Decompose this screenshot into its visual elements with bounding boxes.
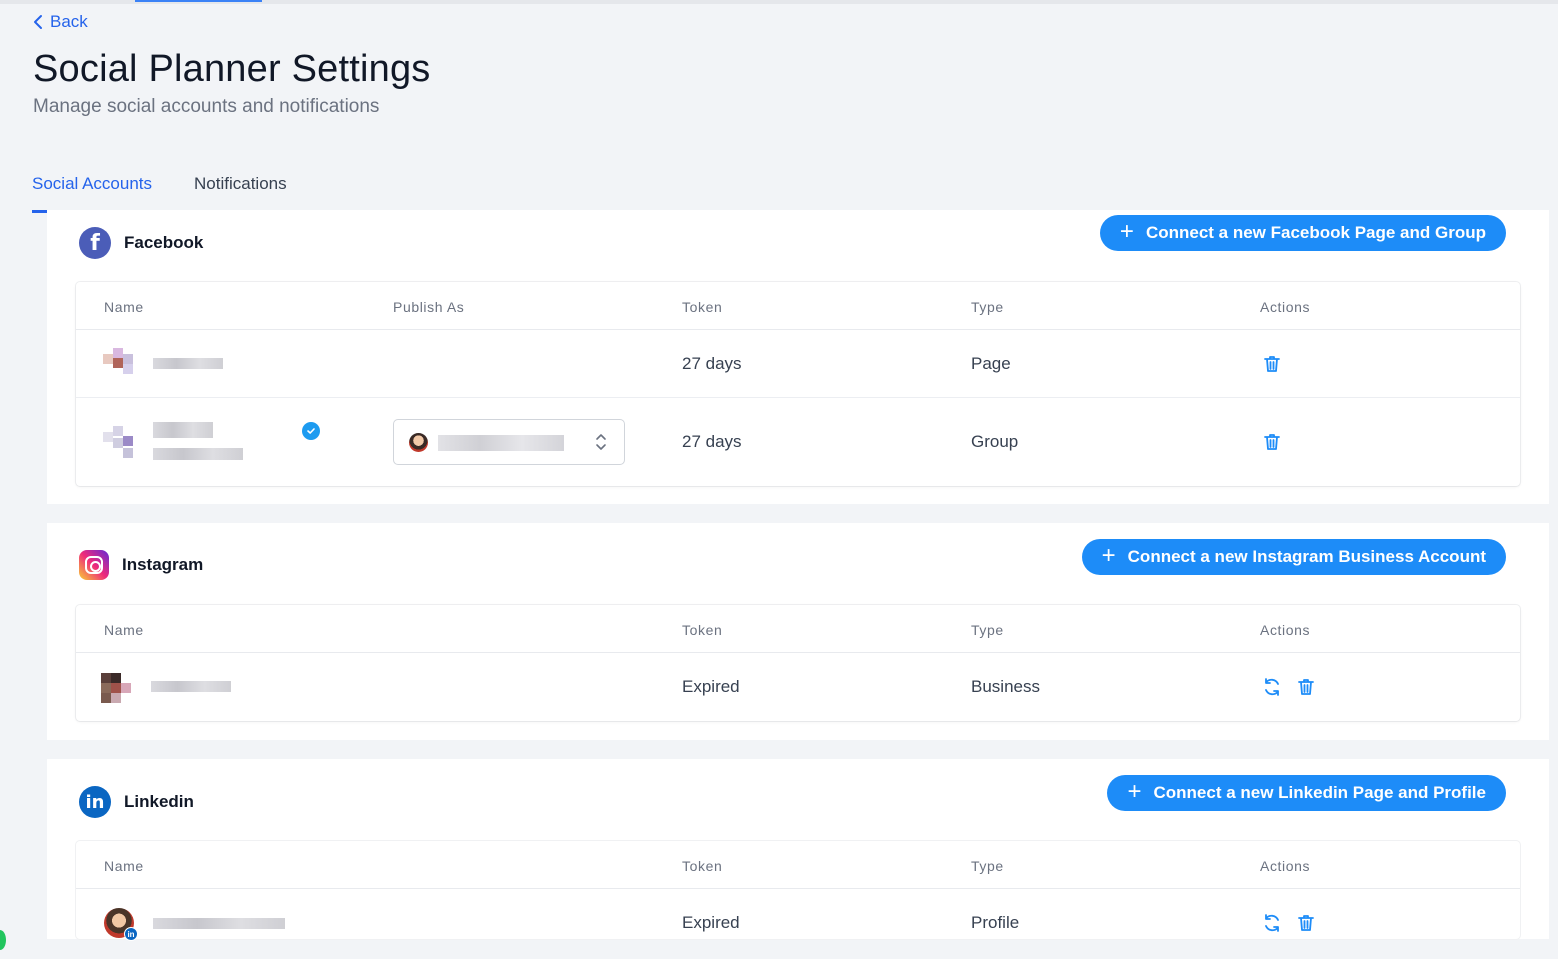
top-accent-bar [135,0,262,2]
status-dot[interactable] [0,930,6,950]
type-value: Business [971,677,1040,696]
table-header: Name Token Type Actions [76,605,1520,653]
linkedin-header: in Linkedin [79,786,194,818]
plus-icon: + [1101,542,1116,569]
trash-icon[interactable] [1261,353,1283,375]
avatar [103,426,143,458]
publish-as-avatar [409,433,428,452]
verified-icon [302,422,320,440]
plus-icon: + [1127,778,1142,805]
col-name: Name [104,622,144,638]
account-name-redacted [153,918,285,929]
table-row: in Expired Profile [76,889,1520,941]
chevron-up-down-icon [596,434,606,450]
trash-icon[interactable] [1295,912,1317,934]
facebook-card: f Facebook + Connect a new Facebook Page… [47,210,1549,504]
token-value: Expired [682,677,740,696]
chevron-left-icon [34,15,42,29]
instagram-title: Instagram [122,555,204,574]
facebook-header: f Facebook [79,227,203,259]
back-link[interactable]: Back [32,12,88,32]
trash-icon[interactable] [1261,431,1283,453]
instagram-header: Instagram [79,550,203,580]
connect-instagram-label: Connect a new Instagram Business Account [1127,547,1486,566]
instagram-icon [79,550,109,580]
linkedin-card: in Linkedin + Connect a new Linkedin Pag… [47,759,1549,941]
account-name-redacted [153,358,223,369]
connect-facebook-button[interactable]: + Connect a new Facebook Page and Group [1099,215,1506,251]
publish-as-name-redacted [438,435,564,451]
trash-icon[interactable] [1295,676,1317,698]
refresh-icon[interactable] [1261,676,1283,698]
instagram-card: Instagram + Connect a new Instagram Busi… [47,523,1549,740]
connect-facebook-label: Connect a new Facebook Page and Group [1145,223,1486,242]
facebook-title: Facebook [124,233,204,252]
facebook-table: Name Publish As Token Type Actions 27 da… [76,282,1520,486]
token-value: 27 days [682,354,742,373]
col-actions: Actions [1260,622,1311,638]
col-actions: Actions [1260,299,1311,315]
col-publish-as: Publish As [393,299,465,315]
account-sub-redacted [153,448,243,460]
avatar [101,673,141,705]
type-value: Page [971,354,1011,373]
linkedin-badge-icon: in [124,927,138,941]
table-header: Name Publish As Token Type Actions [76,282,1520,330]
linkedin-table: Name Token Type Actions in Expired Profi… [76,841,1520,941]
table-row: 27 days Page [76,330,1520,398]
col-name: Name [104,858,144,874]
col-type: Type [971,299,1004,315]
table-header: Name Token Type Actions [76,841,1520,889]
col-name: Name [104,299,144,315]
avatar [103,348,143,380]
col-token: Token [682,858,723,874]
col-actions: Actions [1260,858,1311,874]
col-type: Type [971,858,1004,874]
connect-linkedin-label: Connect a new Linkedin Page and Profile [1153,783,1486,802]
refresh-icon[interactable] [1261,912,1283,934]
account-name-redacted [151,681,231,692]
connect-instagram-button[interactable]: + Connect a new Instagram Business Accou… [1081,539,1506,575]
settings-tabs: Social Accounts Notifications [32,168,287,213]
facebook-icon: f [79,227,111,259]
linkedin-title: Linkedin [124,792,194,811]
page-title: Social Planner Settings [33,48,431,90]
plus-icon: + [1119,218,1134,245]
tab-social-accounts[interactable]: Social Accounts [32,168,153,213]
type-value: Profile [971,913,1020,932]
publish-as-select[interactable] [393,419,625,465]
table-row: 27 days Group [76,398,1520,485]
col-token: Token [682,622,723,638]
instagram-table: Name Token Type Actions Expired Business [76,605,1520,721]
table-row: Expired Business [76,653,1520,721]
type-value: Group [971,432,1019,451]
token-value: Expired [682,913,740,932]
tab-notifications[interactable]: Notifications [194,168,287,213]
col-token: Token [682,299,723,315]
page-subtitle: Manage social accounts and notifications [33,96,380,117]
account-name-redacted [153,422,213,438]
token-value: 27 days [682,432,742,451]
connect-linkedin-button[interactable]: + Connect a new Linkedin Page and Profil… [1107,775,1506,811]
back-label: Back [50,12,88,31]
col-type: Type [971,622,1004,638]
linkedin-icon: in [79,786,111,818]
